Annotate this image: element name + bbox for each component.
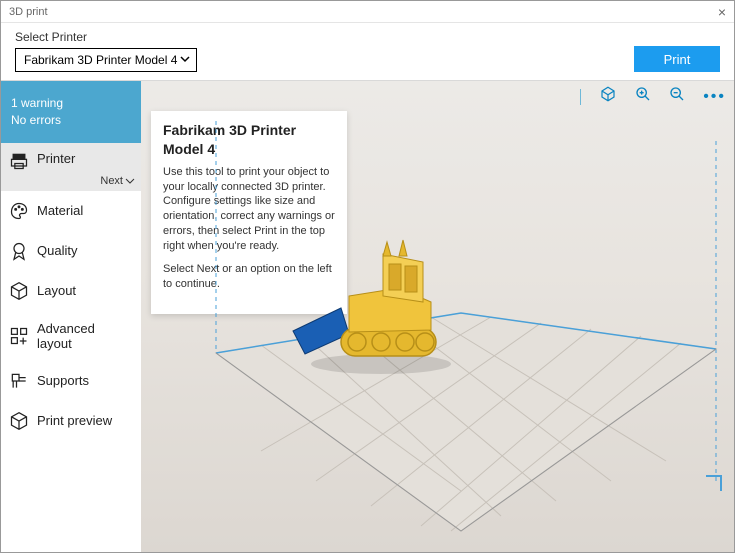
grid-plus-icon (9, 326, 29, 346)
sidebar-item-quality[interactable]: Quality (1, 231, 141, 271)
sidebar-item-label: Supports (37, 373, 89, 388)
sidebar-item-label: Printer (37, 151, 75, 166)
window-title: 3D print (9, 6, 48, 18)
model-bulldozer[interactable] (291, 236, 461, 376)
window-titlebar: 3D print × (1, 1, 734, 23)
palette-icon (9, 201, 29, 221)
sidebar-item-layout[interactable]: Layout (1, 271, 141, 311)
sidebar: 1 warning No errors Printer Next Materia… (1, 81, 141, 552)
top-toolbar: Select Printer Fabrikam 3D Printer Model… (1, 23, 734, 81)
preview-cube-icon (9, 411, 29, 431)
sidebar-item-label: Material (37, 203, 83, 218)
status-warnings: 1 warning (11, 95, 131, 112)
printer-selector-group: Select Printer Fabrikam 3D Printer Model… (15, 30, 197, 72)
ribbon-icon (9, 241, 29, 261)
main-content: 1 warning No errors Printer Next Materia… (1, 81, 734, 552)
supports-icon (9, 371, 29, 391)
next-button[interactable]: Next (100, 175, 135, 187)
sidebar-item-supports[interactable]: Supports (1, 361, 141, 401)
sidebar-item-label: Print preview (37, 413, 112, 428)
close-icon[interactable]: × (718, 4, 726, 20)
print-button[interactable]: Print (634, 46, 720, 72)
3d-viewport[interactable]: ••• Fabrikam 3D Printer Model 4 Use this… (141, 81, 734, 552)
printer-selector-value: Fabrikam 3D Printer Model 4 (24, 53, 177, 67)
printer-selector[interactable]: Fabrikam 3D Printer Model 4 (15, 48, 197, 72)
sidebar-item-label: Layout (37, 283, 76, 298)
status-panel[interactable]: 1 warning No errors (1, 81, 141, 143)
printer-selector-label: Select Printer (15, 30, 197, 44)
sidebar-item-printer[interactable]: Printer Next (1, 143, 141, 191)
cube-icon (9, 281, 29, 301)
sidebar-item-advanced-layout[interactable]: Advanced layout (1, 311, 141, 361)
sidebar-item-label: Quality (37, 243, 77, 258)
status-errors: No errors (11, 112, 131, 129)
sidebar-item-print-preview[interactable]: Print preview (1, 401, 141, 441)
chevron-down-icon (180, 53, 190, 67)
sidebar-item-material[interactable]: Material (1, 191, 141, 231)
printer-icon (9, 151, 29, 171)
sidebar-item-label: Advanced layout (37, 321, 133, 351)
